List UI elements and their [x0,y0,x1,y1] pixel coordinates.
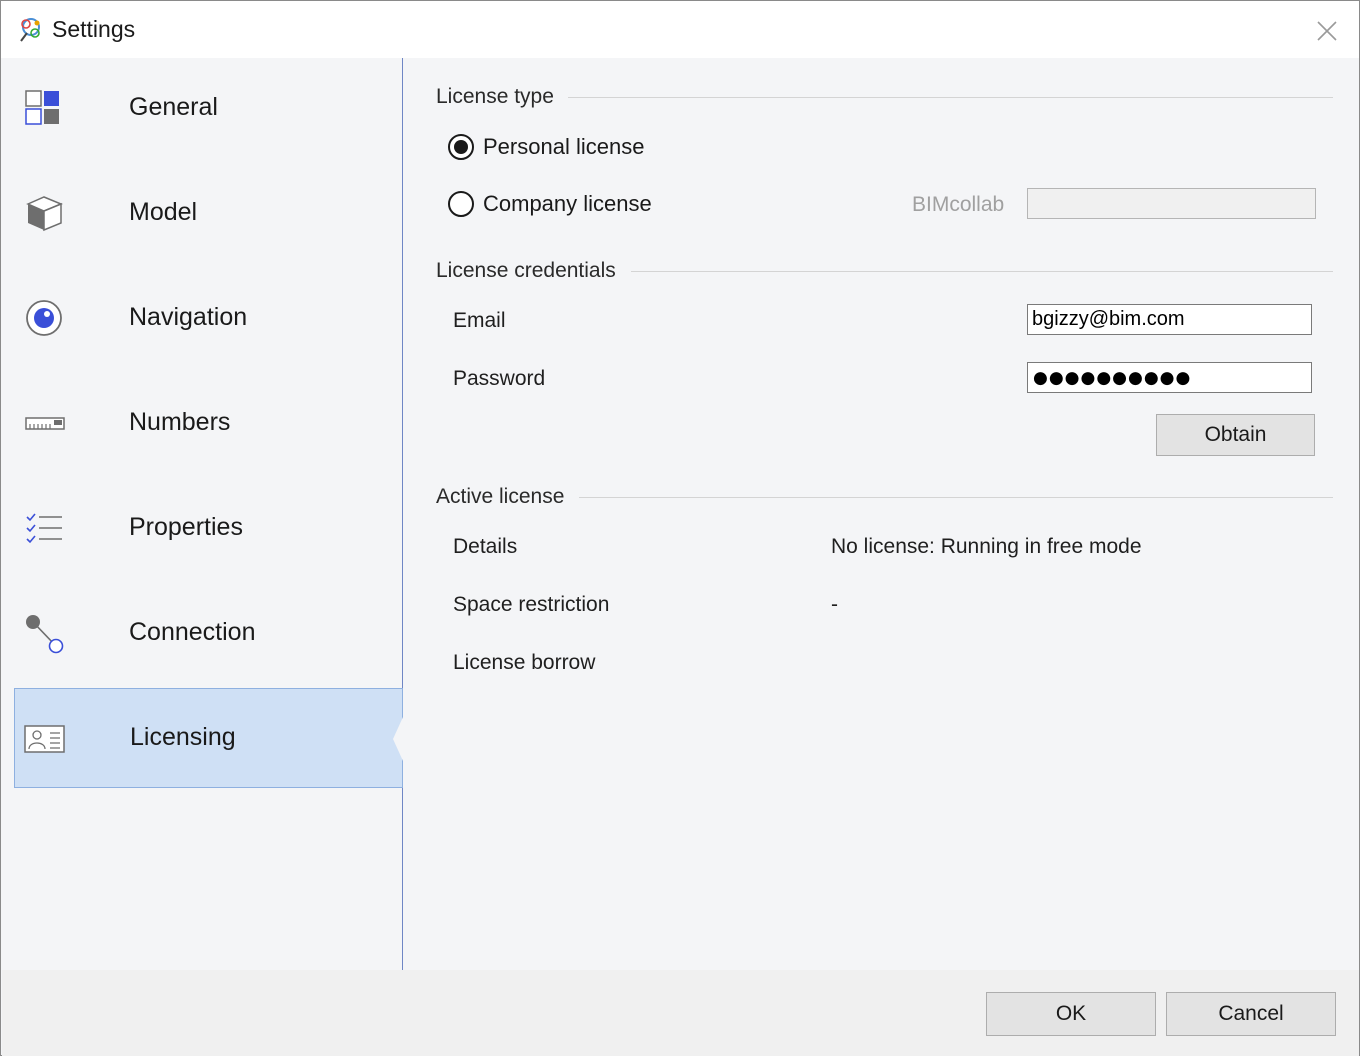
sidebar-item-label: General [129,93,218,121]
sidebar-item-properties[interactable]: Properties [2,479,402,579]
space-restriction-value: - [831,593,838,616]
sidebar-item-label: Navigation [129,303,248,331]
bimcollab-label: BIMcollab [912,193,1005,216]
section-divider [631,271,1333,272]
license-credentials-header: License credentials [436,259,616,282]
email-label: Email [453,309,506,332]
window-title: Settings [52,16,136,42]
sidebar-item-label: Properties [129,513,243,541]
title-bar: Settings [1,1,1359,58]
active-license-header: Active license [436,485,565,508]
close-button[interactable] [1307,11,1347,51]
sidebar-item-numbers[interactable]: Numbers [2,374,402,474]
password-field[interactable]: ●●●●●●●●●● [1027,362,1312,393]
sidebar-item-connection[interactable]: Connection [2,584,402,684]
password-mask: ●●●●●●●●●● [1033,367,1192,388]
sidebar-item-label: Connection [129,618,256,646]
dialog-footer: OK Cancel [2,970,1359,1056]
app-logo-icon [20,18,40,42]
connection-node-icon [26,615,64,654]
email-field[interactable] [1027,304,1312,335]
cube-icon [26,196,63,232]
obtain-button[interactable]: Obtain [1156,414,1315,456]
details-label: Details [453,535,518,558]
sidebar-item-label: Model [129,198,198,226]
radio-label: Company license [483,191,652,216]
sidebar-item-label: Numbers [129,408,231,436]
close-icon [1317,21,1337,41]
licensing-panel: License type Personal license Company li… [403,58,1359,970]
password-label: Password [453,367,546,390]
settings-sidebar: General Model Navigation Numbers Propert… [2,58,403,970]
section-divider [568,97,1333,98]
selection-pointer [393,717,403,761]
company-license-radio[interactable]: Company license [448,191,652,217]
settings-window: Settings General Model Navigation Number… [0,0,1360,1056]
license-type-header: License type [436,85,554,108]
id-card-icon [24,725,65,753]
cancel-button[interactable]: Cancel [1166,992,1336,1036]
radio-label: Personal license [483,134,645,159]
navigation-target-icon [26,300,62,336]
section-divider [579,497,1333,498]
sidebar-item-model[interactable]: Model [2,164,402,264]
radio-indicator [448,191,474,217]
sidebar-item-label: Licensing [130,723,236,751]
ruler-icon [25,417,65,430]
checklist-icon [26,513,62,544]
license-borrow-label: License borrow [453,651,596,674]
ok-button[interactable]: OK [986,992,1156,1036]
space-restriction-label: Space restriction [453,593,610,616]
sidebar-item-licensing[interactable]: Licensing [14,688,403,788]
details-value: No license: Running in free mode [831,535,1142,558]
sidebar-item-general[interactable]: General [2,59,402,159]
general-grid-icon [25,90,59,125]
personal-license-radio[interactable]: Personal license [448,134,644,160]
bimcollab-input[interactable] [1027,188,1316,219]
sidebar-item-navigation[interactable]: Navigation [2,269,402,369]
radio-indicator [448,134,474,160]
